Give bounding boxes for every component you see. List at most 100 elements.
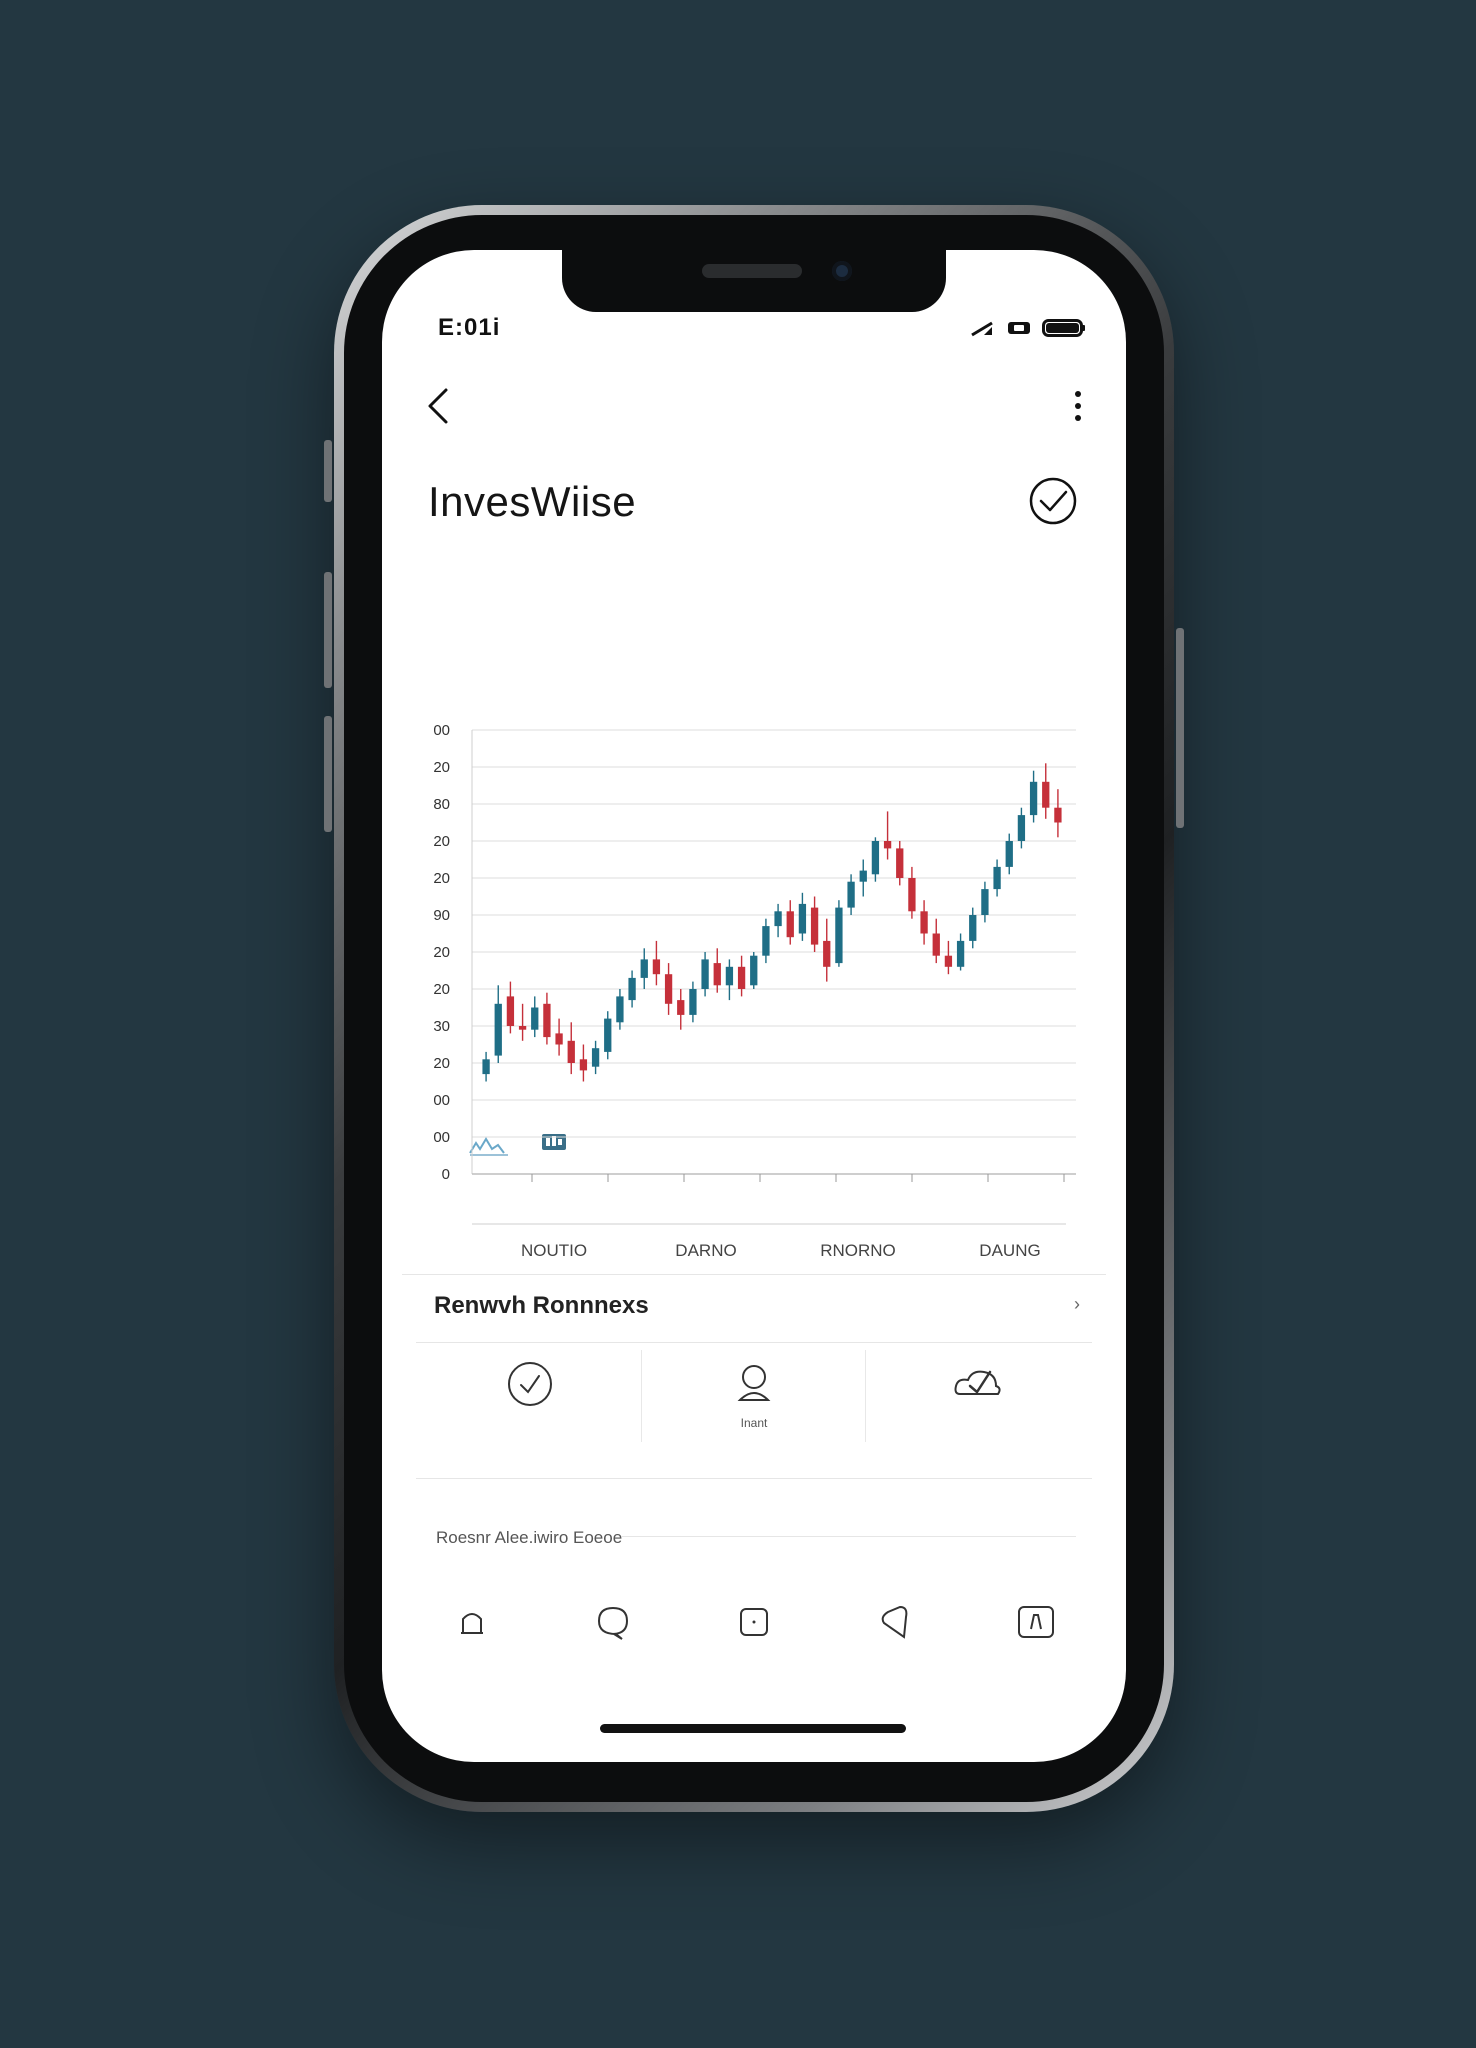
- chart-candle-icon[interactable]: [542, 1134, 566, 1150]
- wifi-icon: [1006, 319, 1032, 342]
- candle-body: [591, 1048, 600, 1067]
- candle-body: [896, 848, 904, 878]
- divider: [402, 1274, 1106, 1275]
- tab-square[interactable]: [734, 1602, 774, 1642]
- section-title: Renwvh Ronnnexs: [434, 1292, 649, 1319]
- divider: [622, 1536, 1076, 1537]
- candle-body: [567, 1040, 575, 1063]
- section-more-chevron[interactable]: ›: [1074, 1294, 1080, 1315]
- volume-down-button: [324, 716, 332, 832]
- candle-body: [883, 841, 892, 849]
- tab-portfolio[interactable]: [1016, 1602, 1056, 1642]
- x-tick-label: DAUNG: [979, 1241, 1040, 1260]
- location-icon: [881, 1605, 908, 1639]
- y-tick-label: 00: [433, 1092, 450, 1109]
- candle-body: [494, 1003, 502, 1056]
- y-tick-label: 20: [433, 759, 450, 776]
- candle-body: [969, 915, 977, 941]
- power-button: [1176, 628, 1184, 828]
- candle-body: [604, 1018, 612, 1052]
- chevron-left-icon: [428, 388, 448, 424]
- candle-body: [543, 1003, 551, 1038]
- check-circle-icon: [1029, 477, 1077, 525]
- candle-body: [664, 974, 673, 1004]
- candle-body: [518, 1026, 527, 1030]
- candle-body: [689, 989, 697, 1015]
- y-tick-label: 00: [433, 722, 450, 739]
- quick-action-account[interactable]: Inant: [642, 1350, 866, 1446]
- chart-line-icon[interactable]: [469, 1137, 508, 1156]
- portfolio-icon: [1017, 1606, 1054, 1638]
- app-title: InvesWiise: [428, 478, 637, 525]
- candle-body: [908, 878, 916, 912]
- candle-body: [482, 1059, 490, 1075]
- candle-body: [628, 977, 636, 1001]
- divider: [416, 1342, 1092, 1343]
- volume-up-button: [324, 572, 332, 688]
- y-tick-label: 30: [433, 1018, 450, 1035]
- battery-icon: [1042, 318, 1086, 343]
- y-tick-label: 20: [433, 870, 450, 887]
- check-cloud-icon: [954, 1370, 1001, 1395]
- candle-body: [1029, 781, 1038, 816]
- phone-screen: E:01i InvesWiise 0 00 00 20 30 20 20 90 …: [382, 250, 1126, 1762]
- candle-body: [774, 911, 782, 927]
- candle-body: [810, 907, 819, 945]
- candle-body: [823, 940, 831, 967]
- earpiece-speaker: [702, 264, 802, 278]
- bottom-tab-bar: [402, 1590, 1106, 1654]
- check-circle-icon: [508, 1362, 552, 1406]
- candle-body: [1017, 815, 1026, 841]
- candle-body: [579, 1059, 588, 1071]
- subsection-title: Roesnr Alee.iwiro Eoeoe: [436, 1528, 623, 1547]
- quick-actions: Inant: [418, 1350, 1090, 1446]
- quick-action-verify[interactable]: [418, 1350, 642, 1446]
- mute-switch: [324, 440, 332, 502]
- candle-body: [786, 911, 794, 938]
- candle-body: [640, 959, 648, 978]
- x-tick-label: RNORNO: [820, 1241, 896, 1260]
- signal-icon: [970, 319, 996, 342]
- user-icon: [737, 1365, 771, 1401]
- square-icon: [739, 1608, 768, 1636]
- candle-body: [1042, 781, 1050, 808]
- candle-body: [506, 996, 515, 1026]
- y-tick-label: 20: [433, 944, 450, 961]
- chat-icon: [598, 1606, 629, 1640]
- home-indicator[interactable]: [600, 1724, 906, 1733]
- back-button[interactable]: [418, 384, 462, 428]
- status-time: E:01i: [438, 314, 501, 341]
- candle-body: [847, 881, 855, 908]
- candle-body: [652, 959, 661, 975]
- more-vertical-icon: [1075, 391, 1081, 421]
- tab-home[interactable]: [452, 1602, 492, 1642]
- tab-chat[interactable]: [593, 1602, 633, 1642]
- y-tick-label: 90: [433, 907, 450, 924]
- x-tick-label: DARNO: [675, 1241, 736, 1260]
- candle-body: [725, 966, 734, 986]
- candle-body: [1005, 841, 1013, 867]
- candle-body: [944, 955, 953, 967]
- status-icons: [970, 318, 1086, 343]
- candle-body: [677, 1000, 685, 1015]
- candle-body: [871, 841, 880, 875]
- y-tick-label: 20: [433, 1055, 450, 1072]
- divider: [416, 1478, 1092, 1479]
- tab-location[interactable]: [875, 1602, 915, 1642]
- quick-action-label: Inant: [740, 1416, 768, 1430]
- candle-body: [932, 933, 940, 956]
- candle-body: [993, 866, 1001, 890]
- candle-body: [920, 911, 928, 934]
- front-camera: [832, 261, 852, 281]
- candle-body: [701, 959, 709, 989]
- y-tick-label: 80: [433, 796, 450, 813]
- candle-body: [750, 955, 758, 986]
- y-tick-label: 20: [433, 833, 450, 850]
- more-options-button[interactable]: [1064, 384, 1092, 428]
- candle-body: [762, 926, 770, 956]
- verified-button[interactable]: [1028, 476, 1078, 526]
- quick-action-confirm[interactable]: [866, 1350, 1090, 1446]
- candle-body: [956, 940, 965, 967]
- candle-body: [555, 1033, 563, 1045]
- candle-body: [1054, 807, 1062, 823]
